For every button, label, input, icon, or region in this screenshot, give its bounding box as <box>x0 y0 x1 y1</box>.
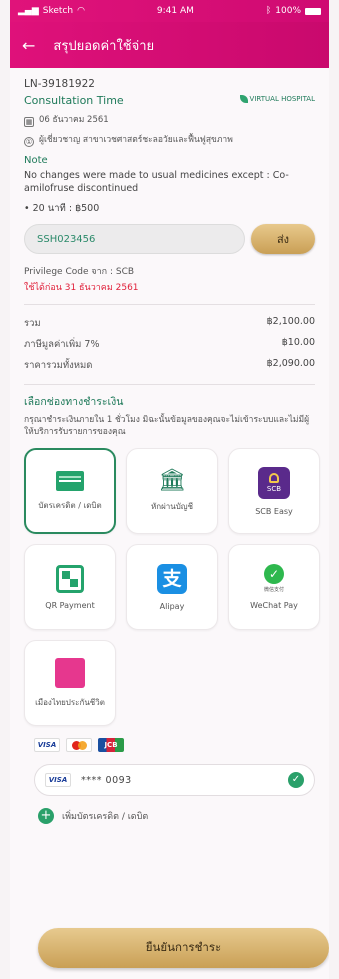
promo-code-input[interactable]: SSH023456 <box>24 224 245 254</box>
wifi-icon: ◠ <box>77 6 85 16</box>
privilege-expiry: ใช้ได้ก่อน 31 ธันวาคม 2561 <box>24 283 139 293</box>
consultation-type: Consultation Time <box>24 94 124 107</box>
consultation-details: LN-39181922 Consultation Time VIRTUAL HO… <box>10 68 329 304</box>
battery-icon <box>305 7 321 15</box>
clock: 9:41 AM <box>156 6 194 16</box>
privilege-code: Privilege Code จาก : SCB <box>24 267 135 277</box>
back-arrow-icon[interactable]: ← <box>22 36 35 55</box>
signal-icon: ▂▄▆ <box>18 6 39 16</box>
mastercard-logo-icon <box>66 738 92 752</box>
app-bar: ← สรุปยอดค่าใช้จ่าย <box>10 22 329 68</box>
carrier-label: Sketch <box>42 6 74 16</box>
payment-method-bank[interactable]: 🏛 หักผ่านบัญชี <box>126 448 218 534</box>
summary-row-subtotal: รวม ฿2,100.00 <box>24 316 315 329</box>
page-title: สรุปยอดค่าใช้จ่าย <box>53 38 155 54</box>
status-bar: ▂▄▆ Sketch ◠ 9:41 AM ᛒ 100% <box>10 0 329 22</box>
promo-code-row: SSH023456 ส่ง <box>24 224 315 254</box>
card-brands: VISA JCB <box>10 726 329 752</box>
visa-logo-icon: VISA <box>34 738 60 752</box>
consult-doctor: ① ผู้เชี่ยวชาญ สาขาเวชศาสตร์ชะลอวัยและฟื้… <box>24 135 233 147</box>
payment-title: เลือกช่องทางชำระเงิน <box>24 396 124 408</box>
add-card-button[interactable]: + เพิ่มบัตรเครดิต / เดบิต <box>10 796 329 824</box>
bluetooth-icon: ᛒ <box>265 6 272 16</box>
add-card-label: เพิ่มบัตรเครดิต / เดบิต <box>62 812 149 822</box>
calendar-icon: ▦ <box>24 117 34 127</box>
leaf-icon <box>239 94 248 103</box>
payment-method-muang-thai[interactable]: เมืองไทยประกันชีวิต <box>24 640 116 726</box>
note-text: No changes were made to usual medicines … <box>24 170 289 194</box>
qr-code-icon <box>56 564 84 593</box>
ln-number: LN-39181922 <box>24 78 95 90</box>
virtual-hospital-logo: VIRTUAL HOSPITAL <box>239 94 315 103</box>
payment-method-qr[interactable]: QR Payment <box>24 544 116 630</box>
summary-row-total: ราคารวมทั้งหมด ฿2,090.00 <box>24 358 315 371</box>
consult-fee: • 20 นาที : ฿500 <box>24 203 100 214</box>
summary-row-vat: ภาษีมูลค่าเพิ่ม 7% ฿10.00 <box>24 337 315 350</box>
alipay-icon: 支 <box>157 563 187 594</box>
jcb-logo-icon: JCB <box>98 738 124 752</box>
plus-icon: + <box>38 808 54 824</box>
card-number: **** 0093 <box>81 774 132 786</box>
saved-card[interactable]: VISA **** 0093 ✓ <box>34 764 315 796</box>
payment-method-wechat[interactable]: ✓ 微信支付 WeChat Pay <box>228 544 320 630</box>
payment-method-scb-easy[interactable]: SCB SCB Easy <box>228 448 320 534</box>
payment-method-alipay[interactable]: 支 Alipay <box>126 544 218 630</box>
doctor-icon: ① <box>24 137 34 147</box>
divider <box>24 384 315 385</box>
price-summary: รวม ฿2,100.00 ภาษีมูลค่าเพิ่ม 7% ฿10.00 รา… <box>10 313 329 376</box>
wechat-icon: ✓ 微信支付 <box>263 564 284 593</box>
scb-icon: SCB <box>258 466 290 499</box>
bank-icon: 🏛 <box>158 467 186 493</box>
credit-card-icon <box>56 470 84 491</box>
battery-percent: 100% <box>275 6 301 16</box>
payment-method-credit-card[interactable]: บัตรเครดิต / เดบิต <box>24 448 116 534</box>
payment-methods-grid: บัตรเครดิต / เดบิต 🏛 หักผ่านบัญชี SCB SC… <box>10 438 329 726</box>
note-title: Note <box>24 155 48 166</box>
payment-description: กรุณาชำระเงินภายใน 1 ชั่วโมง มิฉะนั้นข้อ… <box>24 415 310 437</box>
send-code-button[interactable]: ส่ง <box>251 224 315 254</box>
check-icon: ✓ <box>288 772 304 788</box>
confirm-payment-button[interactable]: ยืนยันการชำระ <box>38 928 329 968</box>
consult-date: ▦ 06 ธันวาคม 2561 <box>24 115 109 127</box>
visa-logo-icon: VISA <box>45 773 71 787</box>
divider <box>24 304 315 305</box>
muang-thai-icon <box>55 657 85 688</box>
app-screen: ▂▄▆ Sketch ◠ 9:41 AM ᛒ 100% ← สรุปยอดค่า… <box>10 0 329 979</box>
